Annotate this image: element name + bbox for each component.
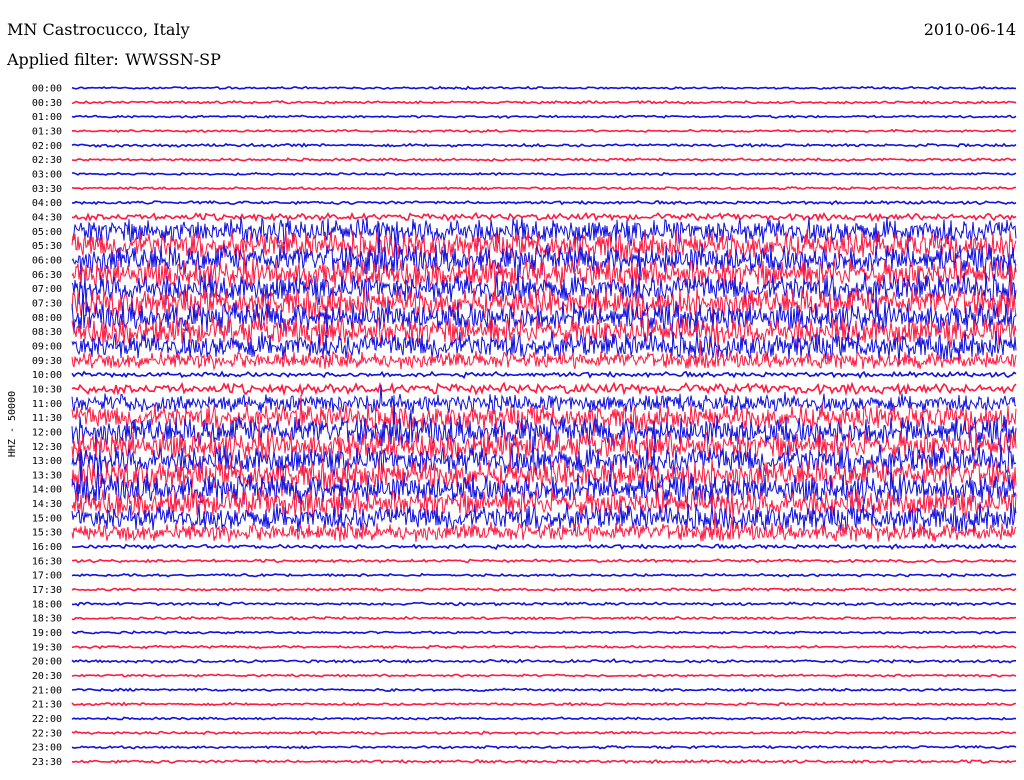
time-label: 16:30: [32, 556, 62, 567]
time-tick-labels: 00:00 00:30 01:00 01:30 02:00 02:30 03:00 03:30…: [32, 84, 62, 769]
seismic-trace: [71, 716, 1017, 721]
time-label: 00:00: [32, 84, 62, 95]
seismic-trace: [71, 587, 1017, 593]
time-label: 21:30: [32, 700, 62, 711]
time-label: 01:30: [32, 126, 62, 137]
seismic-trace: [71, 543, 1017, 551]
time-label: 07:30: [32, 298, 62, 309]
time-label: 22:30: [32, 728, 62, 739]
time-label: 06:00: [32, 255, 62, 266]
seismic-trace: [71, 687, 1017, 693]
seismic-trace: [71, 114, 1017, 119]
time-label: 15:30: [32, 528, 62, 539]
trace-group: [71, 85, 1017, 765]
time-label: 13:30: [32, 470, 62, 481]
seismic-trace: [71, 601, 1017, 607]
time-label: 08:30: [32, 327, 62, 338]
seismic-trace: [71, 185, 1016, 191]
time-label: 13:00: [32, 456, 62, 467]
time-label: 19:30: [32, 642, 62, 653]
time-label: 00:30: [32, 98, 62, 109]
time-label: 10:00: [32, 370, 62, 381]
time-label: 18:00: [32, 599, 62, 610]
time-label: 14:00: [32, 485, 62, 496]
time-label: 16:00: [32, 542, 62, 553]
seismic-trace: [71, 370, 1017, 379]
time-label: 23:00: [32, 743, 62, 754]
time-label: 05:00: [32, 227, 62, 238]
seismic-trace: [71, 701, 1017, 707]
time-label: 17:30: [32, 585, 62, 596]
time-label: 20:00: [32, 657, 62, 668]
seismic-trace: [71, 744, 1017, 750]
time-label: 10:30: [32, 384, 62, 395]
time-label: 15:00: [32, 513, 62, 524]
seismic-trace: [71, 572, 1017, 578]
seismic-trace: [71, 630, 1017, 635]
time-label: 18:30: [32, 614, 62, 625]
y-axis-label: HHZ - 50000: [7, 391, 18, 457]
time-label: 11:00: [32, 399, 62, 410]
time-label: 21:00: [32, 685, 62, 696]
time-label: 04:30: [32, 212, 62, 223]
time-label: 12:00: [32, 427, 62, 438]
seismic-trace: [71, 488, 1017, 520]
time-label: 05:30: [32, 241, 62, 252]
seismic-trace: [71, 85, 1017, 91]
time-label: 07:00: [32, 284, 62, 295]
time-label: 04:00: [32, 198, 62, 209]
seismic-trace: [71, 157, 1017, 162]
helicorder-plot: 00:00 00:30 01:00 01:30 02:00 02:30 03:00 03:30…: [7, 84, 1017, 769]
time-label: 02:30: [32, 155, 62, 166]
seismic-trace: [71, 558, 1017, 564]
time-label: 19:00: [32, 628, 62, 639]
seismic-trace: [71, 759, 1017, 765]
seismic-trace: [71, 128, 1017, 134]
seismic-trace: [71, 730, 1017, 736]
time-label: 01:00: [32, 112, 62, 123]
time-label: 08:00: [32, 313, 62, 324]
time-label: 12:30: [32, 442, 62, 453]
seismic-trace: [71, 199, 1017, 206]
seismic-trace: [71, 615, 1017, 621]
seismic-trace: [71, 644, 1017, 650]
time-label: 09:00: [32, 341, 62, 352]
seismic-trace: [71, 142, 1017, 148]
time-label: 11:30: [32, 413, 62, 424]
seismic-trace: [71, 99, 1017, 105]
time-label: 03:30: [32, 184, 62, 195]
seismic-trace: [71, 658, 1017, 664]
seismic-trace: [71, 381, 1017, 397]
time-label: 23:30: [32, 757, 62, 768]
time-label: 14:30: [32, 499, 62, 510]
seismic-trace: [71, 211, 1017, 223]
time-label: 02:00: [32, 141, 62, 152]
time-label: 17:00: [32, 571, 62, 582]
time-label: 03:00: [32, 169, 62, 180]
time-label: 20:30: [32, 671, 62, 682]
time-label: 22:00: [32, 714, 62, 725]
time-label: 09:30: [32, 356, 62, 367]
time-label: 06:30: [32, 270, 62, 281]
seismic-trace: [72, 171, 1017, 177]
seismic-trace: [71, 673, 1017, 678]
seismic-trace: [71, 509, 1017, 544]
